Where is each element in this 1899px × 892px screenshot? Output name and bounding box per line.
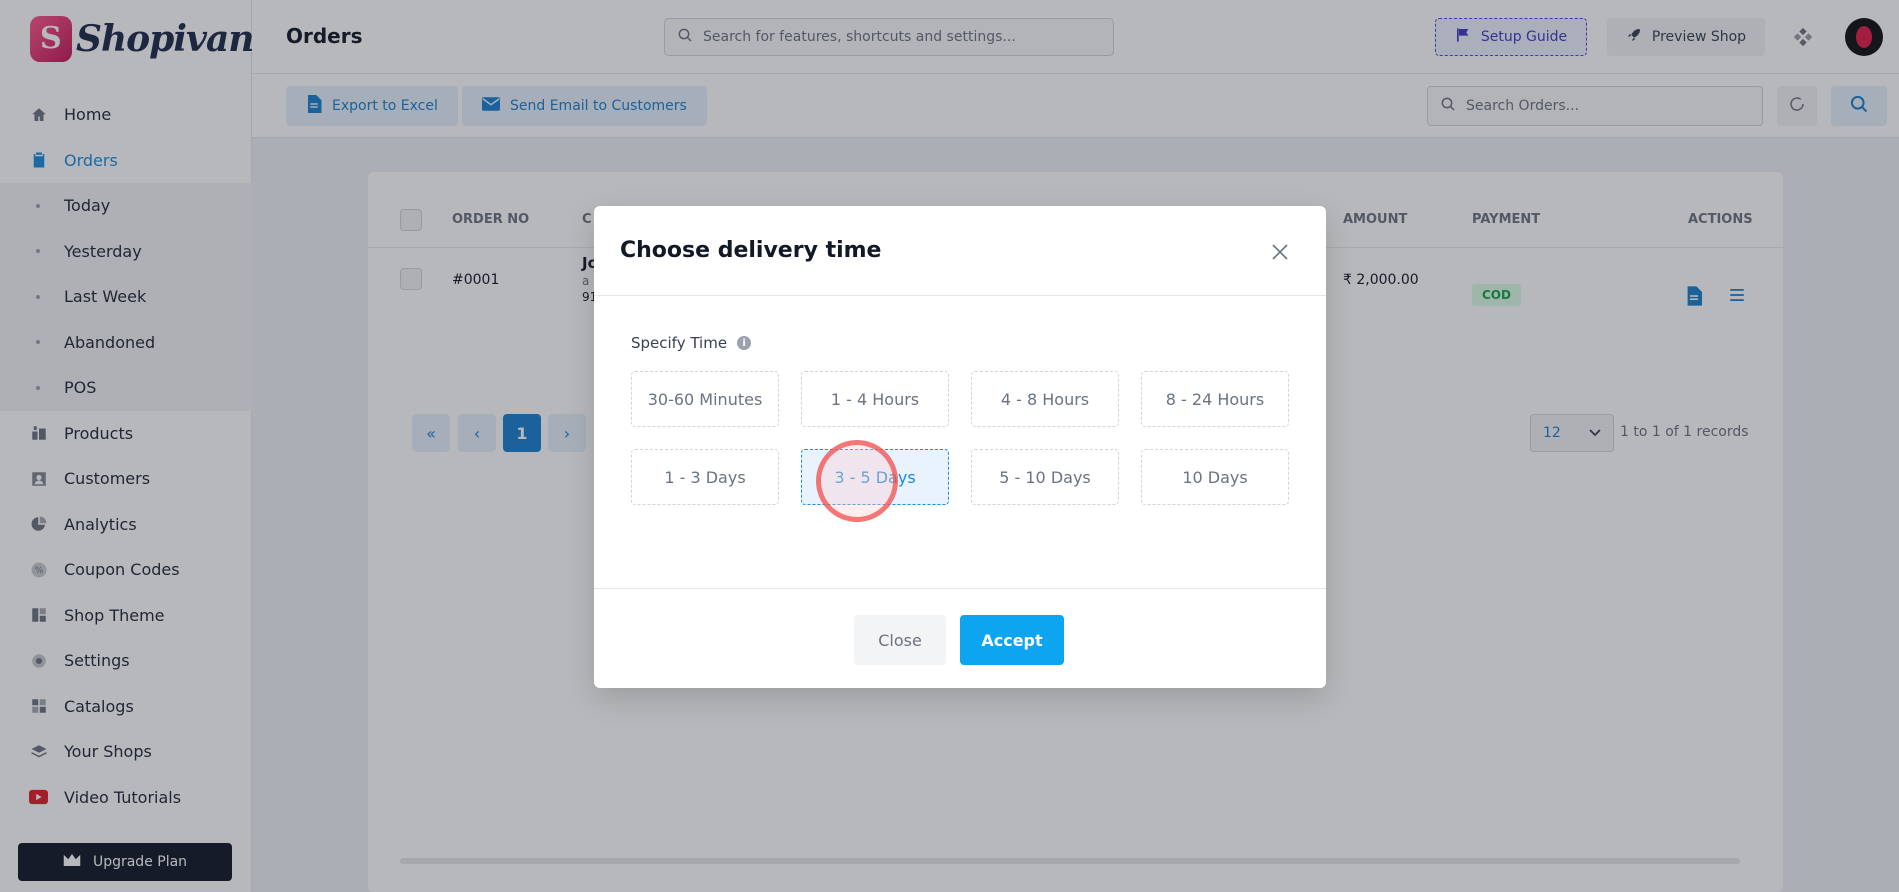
option-5-10-days[interactable]: 5 - 10 Days — [971, 449, 1119, 505]
specify-time-text: Specify Time — [631, 334, 728, 352]
option-8-24-hours[interactable]: 8 - 24 Hours — [1141, 371, 1289, 427]
option-1-4-hours[interactable]: 1 - 4 Hours — [801, 371, 949, 427]
specify-time-label: Specify Time i — [631, 334, 752, 352]
delivery-time-modal: Choose delivery time Specify Time i 30-6… — [594, 206, 1326, 688]
option-1-3-days[interactable]: 1 - 3 Days — [631, 449, 779, 505]
modal-title: Choose delivery time — [620, 238, 882, 263]
option-10-days[interactable]: 10 Days — [1141, 449, 1289, 505]
close-icon[interactable] — [1270, 242, 1290, 262]
info-icon[interactable]: i — [737, 336, 752, 350]
modal-footer: Close Accept — [594, 588, 1326, 688]
option-4-8-hours[interactable]: 4 - 8 Hours — [971, 371, 1119, 427]
close-button[interactable]: Close — [854, 615, 946, 665]
accept-button[interactable]: Accept — [960, 615, 1064, 665]
option-30-60-minutes[interactable]: 30-60 Minutes — [631, 371, 779, 427]
modal-header: Choose delivery time — [594, 206, 1326, 296]
click-indicator — [816, 440, 898, 522]
